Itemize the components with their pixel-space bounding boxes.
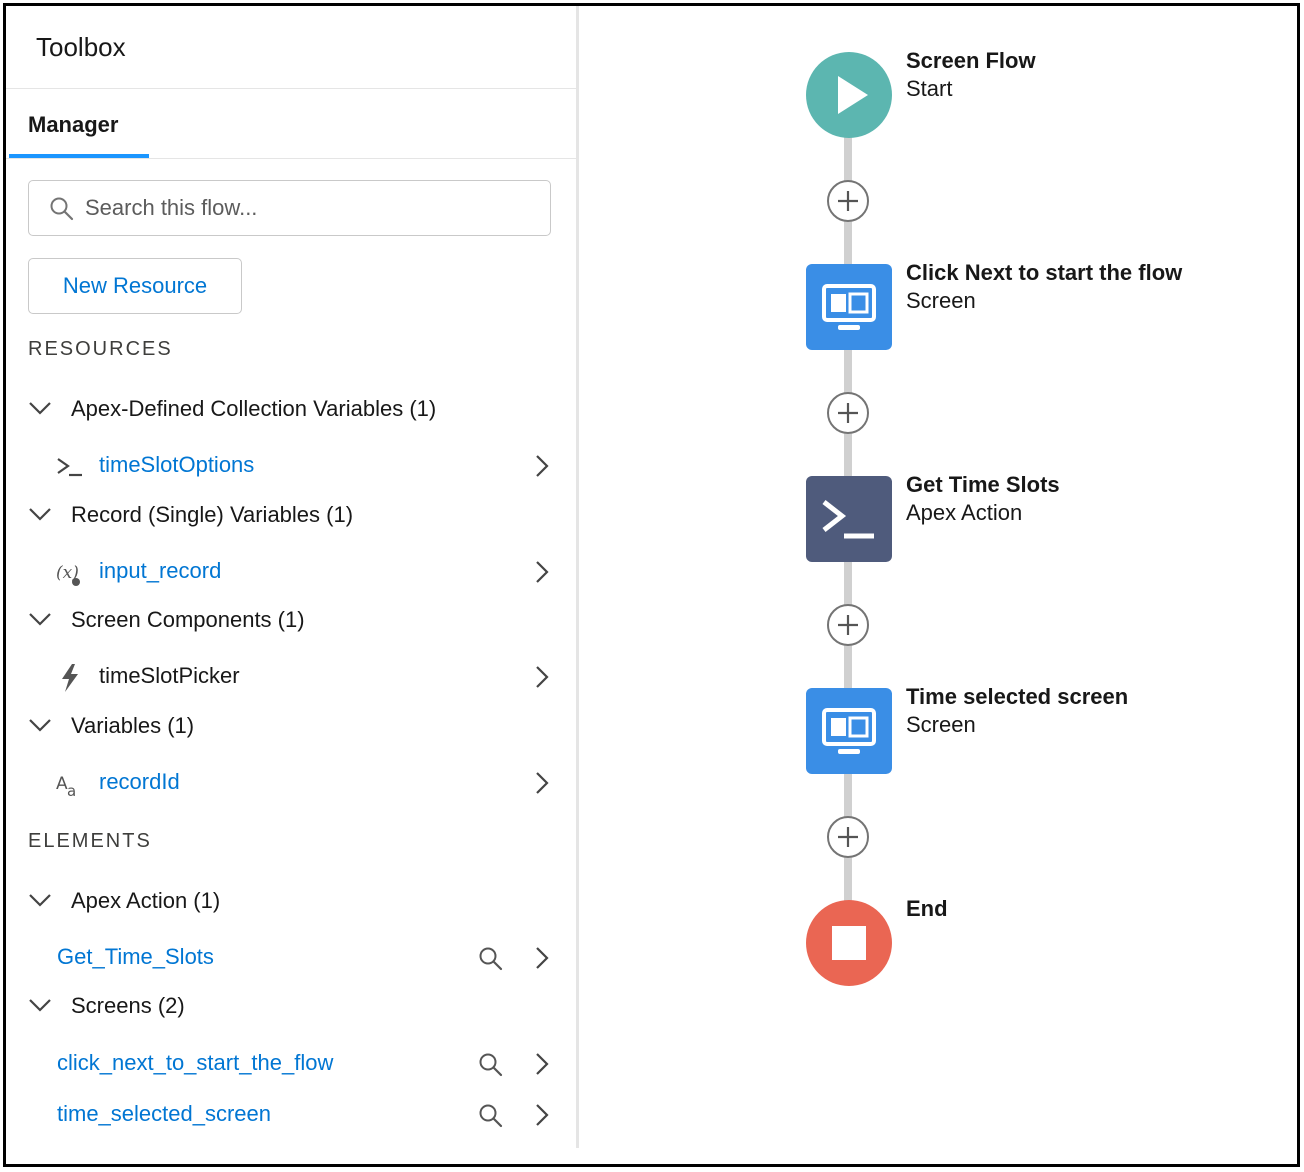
element-item-time-selected-screen[interactable]: time_selected_screen — [6, 1093, 576, 1137]
play-icon — [838, 76, 868, 114]
group-label: Variables (1) — [71, 713, 195, 738]
search-input[interactable] — [85, 193, 535, 223]
node-title: Click Next to start the flow — [906, 260, 1183, 285]
plus-icon — [838, 615, 858, 635]
plus-icon — [838, 827, 858, 847]
group-label: Record (Single) Variables (1) — [71, 502, 354, 527]
element-item-label[interactable]: Get_Time_Slots — [57, 944, 214, 970]
chevron-right-icon[interactable] — [534, 946, 550, 970]
panel-splitter[interactable] — [576, 6, 579, 1148]
tab-manager[interactable]: Manager — [28, 112, 118, 138]
add-element-button[interactable] — [827, 816, 869, 858]
element-item-label[interactable]: click_next_to_start_the_flow — [57, 1050, 333, 1076]
chevron-right-icon[interactable] — [534, 1052, 550, 1076]
resource-item-timeslotpicker[interactable]: timeSlotPicker — [6, 655, 576, 699]
flow-builder-window: Toolbox Manager New Resource RESOURCES A… — [3, 3, 1300, 1167]
node-subtitle: Screen — [906, 288, 976, 313]
text-variable-icon: A a — [56, 774, 76, 799]
resource-item-label[interactable]: timeSlotOptions — [99, 452, 254, 478]
chevron-down-icon — [29, 894, 51, 907]
resource-item-input-record[interactable]: (x) input_record — [6, 550, 576, 594]
stop-icon — [832, 926, 866, 960]
search-box[interactable] — [28, 180, 551, 236]
node-title: Screen Flow — [906, 48, 1036, 73]
element-item-label[interactable]: time_selected_screen — [57, 1101, 271, 1127]
chevron-right-icon[interactable] — [534, 665, 550, 689]
divider — [6, 88, 576, 89]
plus-icon — [838, 191, 858, 211]
node-subtitle: Apex Action — [906, 500, 1023, 525]
apex-terminal-icon — [822, 500, 874, 539]
group-label: Screens (2) — [71, 993, 185, 1018]
add-element-button[interactable] — [827, 392, 869, 434]
search-icon — [50, 197, 74, 221]
element-item-get-time-slots[interactable]: Get_Time_Slots — [6, 936, 576, 980]
node-title: Get Time Slots — [906, 472, 1060, 497]
add-element-button[interactable] — [827, 604, 869, 646]
svg-text:a: a — [67, 782, 76, 799]
chevron-right-icon[interactable] — [534, 560, 550, 584]
node-title: End — [906, 896, 948, 921]
record-variable-icon: (x) — [56, 563, 80, 586]
screen-node[interactable] — [806, 264, 892, 350]
group-label: Apex Action (1) — [71, 888, 221, 913]
element-item-click-next-to-start-the-flow[interactable]: click_next_to_start_the_flow — [6, 1042, 576, 1086]
toolbox-panel: Toolbox Manager New Resource RESOURCES A… — [6, 6, 576, 1164]
divider — [6, 158, 576, 159]
node-subtitle: Start — [906, 76, 953, 101]
group-label: Apex-Defined Collection Variables (1) — [71, 396, 437, 421]
resources-heading: RESOURCES — [28, 338, 173, 360]
plus-icon — [838, 403, 858, 423]
chevron-down-icon — [29, 999, 51, 1012]
node-subtitle: Screen — [906, 712, 976, 737]
add-element-button[interactable] — [827, 180, 869, 222]
chevron-down-icon — [29, 719, 51, 732]
elements-heading: ELEMENTS — [28, 830, 152, 852]
new-resource-button[interactable]: New Resource — [28, 258, 242, 314]
apex-action-node[interactable] — [806, 476, 892, 562]
search-icon[interactable] — [478, 1103, 504, 1129]
node-title: Time selected screen — [906, 684, 1129, 709]
toolbox-title: Toolbox — [36, 32, 126, 62]
chevron-right-icon[interactable] — [534, 1103, 550, 1127]
group-label: Screen Components (1) — [71, 607, 305, 632]
resource-item-timeslotoptions[interactable]: timeSlotOptions — [6, 444, 576, 488]
resource-item-label[interactable]: recordId — [99, 769, 180, 795]
resource-item-recordid[interactable]: A a recordId — [6, 761, 576, 805]
search-icon[interactable] — [478, 946, 504, 972]
end-node[interactable] — [806, 900, 892, 986]
apex-terminal-icon — [57, 458, 82, 477]
chevron-right-icon[interactable] — [534, 771, 550, 795]
screen-icon — [822, 284, 876, 330]
screen-node[interactable] — [806, 688, 892, 774]
chevron-down-icon — [29, 508, 51, 521]
start-node[interactable] — [806, 52, 892, 138]
resource-item-label[interactable]: timeSlotPicker — [99, 663, 240, 689]
screen-icon — [822, 708, 876, 754]
search-icon[interactable] — [478, 1052, 504, 1078]
lightning-bolt-icon — [62, 664, 78, 692]
chevron-down-icon — [29, 613, 51, 626]
chevron-right-icon[interactable] — [534, 454, 550, 478]
resource-item-label[interactable]: input_record — [99, 558, 221, 584]
chevron-down-icon — [29, 402, 51, 415]
